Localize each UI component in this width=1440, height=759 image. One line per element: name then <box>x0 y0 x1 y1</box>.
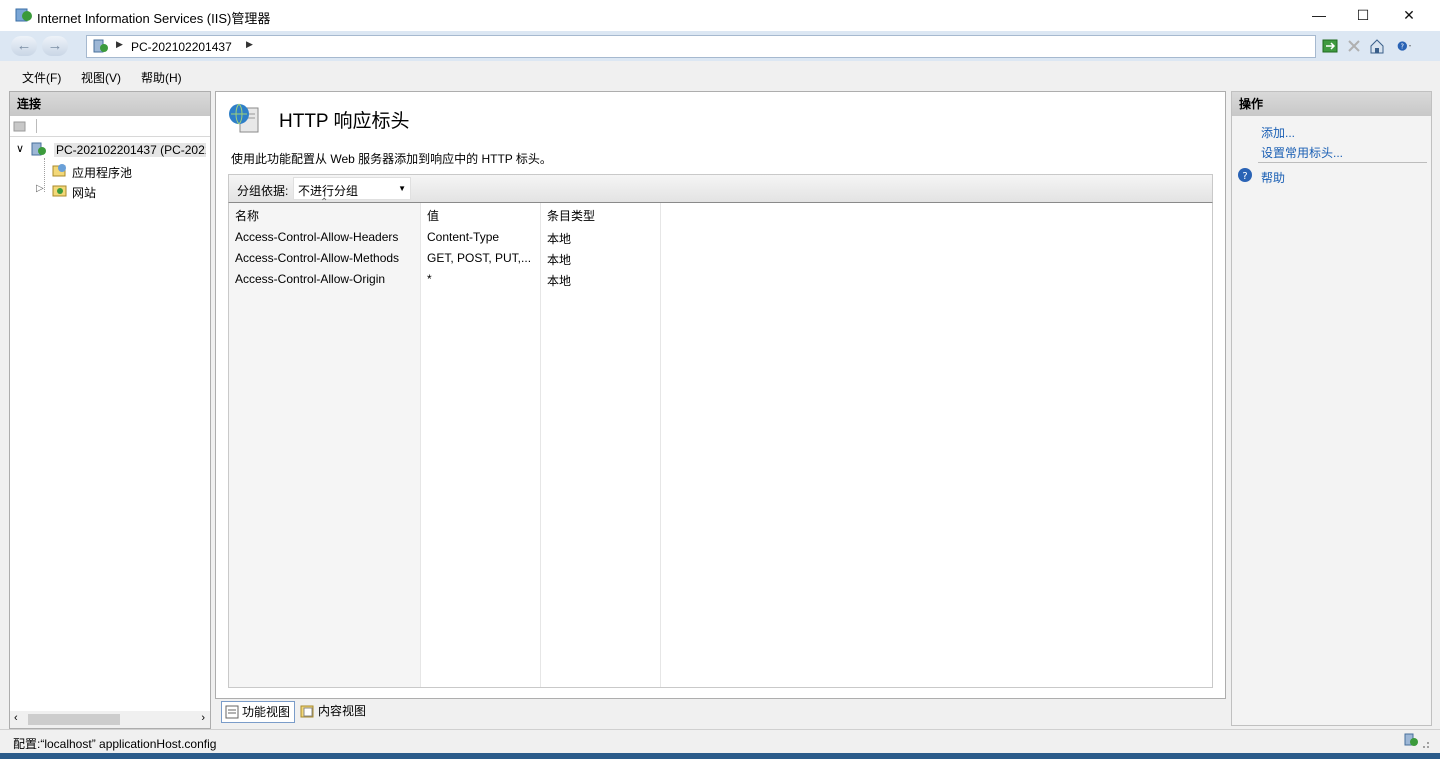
page-description: 使用此功能配置从 Web 服务器添加到响应中的 HTTP 标头。 <box>231 152 552 166</box>
iis-manager-window: Internet Information Services (IIS)管理器 —… <box>0 0 1440 759</box>
scroll-thumb[interactable] <box>28 714 120 725</box>
sites-folder-icon <box>52 185 67 197</box>
menu-help[interactable]: 帮助(H) <box>141 69 182 86</box>
connections-hscrollbar[interactable]: ‹ › <box>10 711 210 728</box>
tree-line <box>44 158 46 192</box>
stop-icon[interactable] <box>1346 38 1362 54</box>
column-divider <box>420 203 421 687</box>
connect-icon[interactable] <box>13 119 27 133</box>
address-bar: ← → ▶ PC-202102201437 ▶ ? <box>0 31 1440 61</box>
connections-header: 连接 <box>10 92 210 116</box>
breadcrumb-server[interactable]: PC-202102201437 <box>131 40 232 54</box>
content-view-icon <box>300 705 314 718</box>
forward-button[interactable]: → <box>42 36 68 56</box>
status-bar: 配置:“localhost” applicationHost.config <box>0 729 1440 754</box>
svg-text:?: ? <box>1242 171 1247 182</box>
breadcrumb-arrow-icon[interactable]: ▶ <box>246 39 253 50</box>
expand-chevron-icon[interactable]: ∨ <box>16 142 24 155</box>
cell-type: 本地 <box>547 253 572 267</box>
actions-panel: 操作 添加... 设置常用标头... ? 帮助 <box>1231 91 1432 726</box>
help-icon[interactable]: ? <box>1237 167 1253 183</box>
tab-features-label: 功能视图 <box>242 705 291 719</box>
tab-features-view[interactable]: 功能视图 <box>221 701 296 723</box>
group-by-bar: 分组依据: 不进行分组 ▼ <box>228 174 1213 203</box>
connection-status-icon <box>1404 733 1429 748</box>
cell-value: GET, POST, PUT,... <box>427 251 532 265</box>
tab-content-label: 内容视图 <box>318 704 367 718</box>
home-icon[interactable] <box>1369 38 1385 54</box>
tab-content-view[interactable]: 内容视图 <box>298 701 366 721</box>
iis-app-icon <box>15 8 32 22</box>
minimize-button[interactable]: — <box>1296 0 1342 31</box>
sort-ascending-icon: ⌃ <box>320 197 329 208</box>
actions-header: 操作 <box>1232 92 1431 116</box>
action-set-common-headers[interactable]: 设置常用标头... <box>1261 144 1343 161</box>
menu-bar: 文件(F) 视图(V) 帮助(H) <box>0 61 1440 90</box>
features-view-icon <box>225 705 239 719</box>
cell-name: Access-Control-Allow-Headers <box>235 230 399 244</box>
group-by-label: 分组依据: <box>237 184 289 198</box>
maximize-button[interactable]: ☐ <box>1340 0 1386 31</box>
scroll-right-icon[interactable]: › <box>201 712 205 724</box>
feature-page: HTTP 响应标头 使用此功能配置从 Web 服务器添加到响应中的 HTTP 标… <box>215 91 1226 699</box>
expand-arrow-icon[interactable]: ▷ <box>36 183 44 194</box>
menu-file[interactable]: 文件(F) <box>22 69 61 86</box>
tree-label-app-pools: 应用程序池 <box>72 166 133 180</box>
actions-separator <box>1258 162 1427 163</box>
taskbar-edge <box>0 753 1440 759</box>
dropdown-caret-icon: ▼ <box>398 184 406 193</box>
back-button[interactable]: ← <box>11 36 37 56</box>
toolbar-separator <box>36 119 37 133</box>
close-button[interactable]: ✕ <box>1386 0 1432 31</box>
svg-text:?: ? <box>1401 43 1405 51</box>
scroll-left-icon[interactable]: ‹ <box>14 712 18 724</box>
headers-table: ⌃ 名称 值 条目类型 Access-Control-Allow-Headers… <box>228 197 1213 688</box>
tree-label-server: PC-202102201437 (PC-2021 <box>54 143 206 157</box>
column-header-type[interactable]: 条目类型 <box>547 207 595 224</box>
breadcrumb-arrow-icon[interactable]: ▶ <box>116 39 123 50</box>
action-help[interactable]: 帮助 <box>1261 169 1285 186</box>
column-divider <box>660 203 661 687</box>
refresh-icon[interactable] <box>1322 38 1338 54</box>
window-title: Internet Information Services (IIS)管理器 <box>37 11 271 26</box>
menu-view[interactable]: 视图(V) <box>81 69 121 86</box>
server-icon <box>31 142 46 156</box>
connections-toolbar <box>10 116 210 137</box>
column-header-name[interactable]: 名称 <box>235 207 259 224</box>
cell-name: Access-Control-Allow-Methods <box>235 251 400 265</box>
cell-value: Content-Type <box>427 230 500 244</box>
action-add[interactable]: 添加... <box>1261 124 1295 141</box>
connections-panel: 连接 ∨ PC-202102201437 (PC-2021 应用程序池 ▷ 网站… <box>9 91 211 729</box>
view-tabs: 功能视图 内容视图 <box>215 698 1226 726</box>
http-headers-icon <box>229 103 259 133</box>
address-breadcrumb[interactable]: ▶ PC-202102201437 ▶ <box>86 35 1316 58</box>
cell-type: 本地 <box>547 232 572 246</box>
column-header-value[interactable]: 值 <box>427 207 439 224</box>
page-title: HTTP 响应标头 <box>279 111 410 132</box>
column-divider <box>540 203 541 687</box>
cell-name: Access-Control-Allow-Origin <box>235 272 386 286</box>
server-icon <box>93 39 108 53</box>
tree-label-sites: 网站 <box>72 186 97 200</box>
title-bar: Internet Information Services (IIS)管理器 —… <box>0 0 1440 31</box>
cell-type: 本地 <box>547 274 572 288</box>
status-text: 配置:“localhost” applicationHost.config <box>13 737 217 751</box>
help-dropdown-icon[interactable]: ? <box>1397 38 1413 54</box>
cell-value: * <box>427 272 432 286</box>
group-by-select[interactable]: 不进行分组 ▼ <box>293 177 411 200</box>
app-pool-icon <box>52 164 66 177</box>
